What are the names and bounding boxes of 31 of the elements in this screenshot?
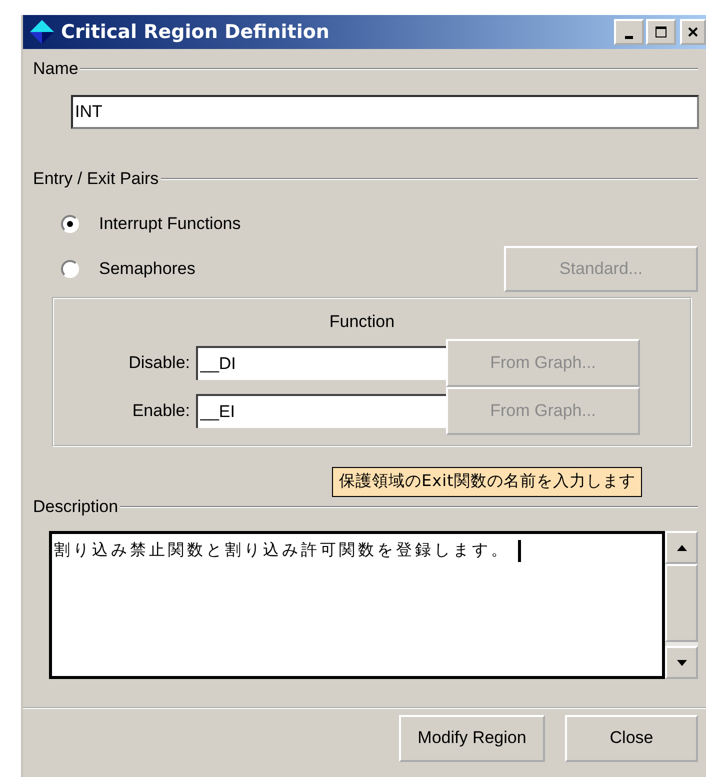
minimize-button[interactable] — [614, 19, 644, 45]
field-label: Disable: — [128, 353, 191, 373]
maximize-button[interactable] — [646, 19, 676, 45]
section-label: Description — [33, 497, 118, 517]
scroll-down-button[interactable] — [665, 646, 698, 679]
field-label: Enable: — [131, 401, 191, 421]
close-dialog-button[interactable]: Close — [565, 714, 698, 762]
scrollbar[interactable] — [665, 531, 698, 679]
text-cursor — [518, 540, 521, 562]
description-text: 割り込み禁止関数と割り込み許可関数を登録します。 — [54, 540, 510, 561]
minimize-icon — [625, 36, 633, 38]
radio-button[interactable] — [61, 214, 79, 232]
name-field[interactable]: INT — [71, 95, 699, 129]
section-label: Name — [33, 59, 78, 79]
close-button[interactable] — [680, 19, 706, 45]
up-arrow-icon — [676, 544, 688, 552]
window-title: Critical Region Definition — [61, 21, 330, 43]
close-icon — [687, 26, 699, 38]
modify-region-button[interactable]: Modify Region — [399, 714, 545, 762]
section-label: Entry / Exit Pairs — [33, 169, 159, 189]
radio-label[interactable]: Semaphores — [99, 258, 196, 278]
scrollbar-thumb[interactable] — [665, 564, 698, 642]
description-field[interactable]: 割り込み禁止関数と割り込み許可関数を登録します。 — [49, 531, 666, 679]
tooltip: 保護領域のExit関数の名前を入力します — [332, 467, 642, 497]
diamond-icon — [29, 19, 55, 45]
scroll-up-button[interactable] — [665, 531, 698, 564]
radio-label[interactable]: Interrupt Functions — [99, 214, 241, 234]
down-arrow-icon — [676, 658, 688, 666]
maximize-icon — [655, 26, 667, 38]
radio-button[interactable] — [61, 260, 79, 278]
group-title: Function — [329, 312, 395, 331]
